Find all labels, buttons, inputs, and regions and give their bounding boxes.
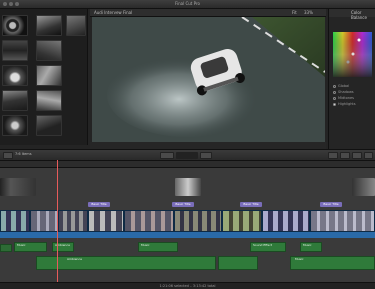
audio-clip[interactable] [0, 244, 12, 252]
timeline-index-label: 7:6 Items [15, 152, 32, 156]
audio-clip[interactable] [218, 256, 258, 270]
inspector-panel: Color Balance Global Shadows Midtones Hi… [328, 9, 375, 149]
audio-clip[interactable]: Ambience [52, 242, 74, 252]
audio-clip-label: Music [295, 257, 304, 261]
connected-clip[interactable] [175, 178, 201, 196]
project-name: Audi Intervew Final [94, 10, 133, 15]
audio-clip-label: Sound Effect [253, 243, 273, 247]
inspector-tab[interactable]: Color Balance [351, 10, 375, 20]
radio-label: Highlights [338, 102, 356, 106]
viewer-frame [92, 17, 325, 142]
audio-clip-label: Music [303, 243, 312, 247]
radio-indicator [333, 84, 336, 88]
app-title: Final Cut Pro [174, 1, 200, 6]
video-clip[interactable] [124, 210, 174, 232]
midtones-puck[interactable] [351, 52, 355, 56]
video-clip[interactable] [58, 210, 88, 232]
audio-meter-button[interactable] [200, 152, 212, 159]
music-track[interactable]: Ambience [36, 256, 216, 270]
fcp-window: Final Cut Pro Audi Intervew Final Fit 33… [0, 0, 375, 289]
inspector-header: Color Balance [329, 9, 375, 20]
title-clip[interactable]: Basic Title [240, 202, 262, 207]
viewer-header: Audi Intervew Final Fit 33% [90, 9, 326, 17]
transitions-browser-button[interactable] [352, 152, 362, 159]
clip-thumbnail[interactable] [36, 90, 62, 111]
connected-clip[interactable] [0, 178, 36, 196]
clip-thumbnail[interactable] [66, 15, 86, 36]
radio-global[interactable]: Global [333, 84, 349, 88]
clip-thumbnail[interactable] [2, 15, 28, 36]
audio-clip-label: Music [141, 243, 150, 247]
radio-shadows[interactable]: Shadows [333, 90, 354, 94]
audio-clip[interactable]: Music [300, 242, 322, 252]
timecode-display [176, 152, 198, 159]
clip-appearance-button[interactable] [328, 152, 338, 159]
status-bar: 1:21:06 selected – 3:13:42 total [0, 282, 375, 289]
effects-browser-button[interactable] [340, 152, 350, 159]
video-clip[interactable] [222, 210, 262, 232]
title-bar: Final Cut Pro [0, 0, 375, 9]
video-clip[interactable] [174, 210, 222, 232]
audio-clip[interactable]: Sound Effect [250, 242, 286, 252]
shadows-puck[interactable] [346, 60, 350, 64]
music-track[interactable]: Music [290, 256, 375, 270]
status-text: 1:21:06 selected – 3:13:42 total [159, 284, 216, 288]
audio-clip[interactable]: Music [138, 242, 178, 252]
radio-label: Global [338, 84, 350, 88]
audio-clip-label: Ambience [67, 257, 82, 261]
viewer-image [92, 17, 325, 142]
clip-thumbnail[interactable] [36, 15, 62, 36]
clip-thumbnail[interactable] [36, 115, 62, 136]
clip-thumbnail[interactable] [36, 65, 62, 86]
radio-indicator [333, 90, 336, 94]
video-clip[interactable] [310, 210, 375, 232]
playhead[interactable] [57, 160, 58, 282]
clip-thumbnail[interactable] [2, 40, 28, 61]
index-button[interactable] [3, 152, 13, 159]
title-clip[interactable]: Basic Title [172, 202, 194, 207]
radio-indicator [333, 96, 336, 100]
audio-clip[interactable]: Music [14, 242, 47, 252]
clip-thumbnail[interactable] [2, 115, 28, 136]
video-clip[interactable] [0, 210, 30, 232]
radio-label: Shadows [338, 90, 354, 94]
clip-thumbnail[interactable] [36, 40, 62, 61]
viewer-controls [90, 142, 326, 156]
clip-thumbnail[interactable] [2, 65, 28, 86]
viewer-quality-menu[interactable]: Fit [292, 10, 297, 15]
title-clip[interactable]: Basic Title [320, 202, 342, 207]
audio-clip-label: Music [17, 243, 26, 247]
connected-clip[interactable] [352, 178, 375, 196]
radio-midtones[interactable]: Midtones [333, 96, 354, 100]
viewer-zoom-menu[interactable]: 33% [304, 10, 313, 15]
radio-indicator [333, 102, 336, 106]
highlights-puck[interactable] [357, 38, 361, 42]
video-clip[interactable] [30, 210, 58, 232]
radio-highlights[interactable]: Highlights [333, 102, 356, 106]
clip-thumbnail[interactable] [2, 90, 28, 111]
generators-browser-button[interactable] [364, 152, 373, 159]
color-board[interactable] [333, 32, 372, 89]
radio-label: Midtones [338, 96, 354, 100]
video-clip[interactable] [262, 210, 310, 232]
event-browser [0, 9, 88, 145]
title-clip[interactable]: Basic Title [88, 202, 110, 207]
video-clip[interactable] [88, 210, 124, 232]
tool-select-button[interactable] [160, 152, 174, 159]
